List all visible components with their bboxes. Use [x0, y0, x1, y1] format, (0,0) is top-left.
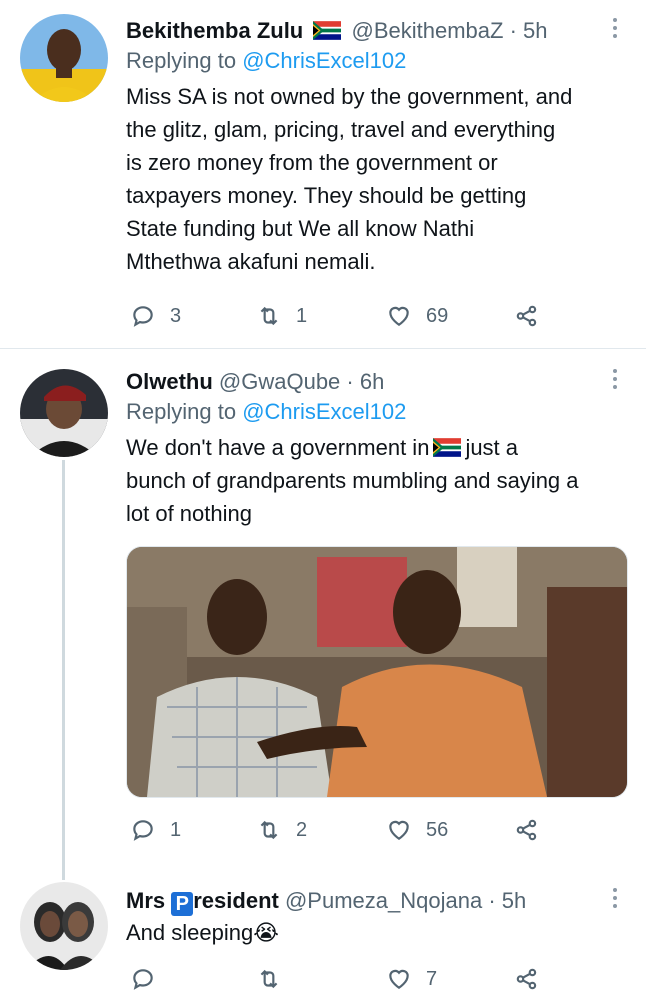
separator-dot: · — [488, 888, 496, 913]
display-name-part: resident — [193, 888, 279, 913]
tweet-line: lot of nothing — [126, 501, 252, 526]
like-count: 7 — [426, 967, 438, 990]
like-icon — [389, 969, 409, 989]
retweet-icon — [260, 820, 278, 840]
share-icon — [516, 305, 537, 327]
mention-link[interactable]: @ChrisExcel102 — [242, 399, 406, 424]
tweet-line-part: We don't have a government in — [126, 435, 430, 460]
share-icon — [516, 819, 537, 841]
timestamp[interactable]: 5h — [523, 18, 547, 43]
mention-link[interactable]: @ChrisExcel102 — [242, 48, 406, 73]
retweet-button[interactable]: 2 — [256, 815, 307, 845]
display-name[interactable]: Bekithemba Zulu — [126, 18, 303, 43]
tweet-text: We don't have a government in just a bunc… — [126, 431, 626, 530]
more-icon[interactable] — [612, 369, 618, 393]
tweet-header: Olwethu @GwaQube · 6h — [126, 367, 626, 397]
handle[interactable]: @BekithembaZ — [352, 18, 504, 43]
tweet-line: bunch of grandparents mumbling and sayin… — [126, 468, 579, 493]
like-button[interactable]: 7 — [386, 964, 437, 994]
replying-prefix: Replying to — [126, 48, 237, 73]
like-icon — [389, 820, 409, 840]
retweet-button[interactable]: 1 — [256, 301, 307, 331]
replying-to: Replying to @ChrisExcel102 — [126, 46, 626, 76]
avatar[interactable] — [20, 14, 108, 102]
separator-dot: · — [509, 18, 517, 43]
reply-count: 3 — [170, 304, 182, 327]
reply-button[interactable]: 3 — [130, 301, 181, 331]
like-icon — [389, 306, 409, 326]
like-count: 56 — [426, 818, 449, 841]
action-bar: 7 — [126, 964, 566, 994]
share-button[interactable] — [514, 301, 540, 331]
more-icon[interactable] — [612, 18, 618, 42]
like-button[interactable]: 69 — [386, 301, 448, 331]
tweet-header: Bekithemba Zulu @BekithembaZ · 5h — [126, 16, 626, 46]
tweet-line: Miss SA is not owned by the government, … — [126, 84, 573, 109]
tweet-line: taxpayers money. They should be getting — [126, 183, 527, 208]
handle[interactable]: @GwaQube — [219, 369, 340, 394]
tweet-bekithemba[interactable]: Bekithemba Zulu @BekithembaZ · 5h Replyi… — [0, 0, 646, 348]
share-button[interactable] — [514, 964, 540, 994]
tweet-line: the glitz, glam, pricing, travel and eve… — [126, 117, 556, 142]
retweet-icon — [260, 306, 278, 326]
tweet-line: State funding but We all know Nathi — [126, 216, 475, 241]
tweet-line: Mthethwa akafuni nemali. — [126, 249, 376, 274]
tweet-line: is zero money from the government or — [126, 150, 498, 175]
tweet-line-part: just a — [465, 435, 519, 460]
like-count: 69 — [426, 304, 449, 327]
south-africa-flag-icon — [313, 21, 342, 40]
tweet-olwethu[interactable]: Olwethu @GwaQube · 6h Replying to @Chris… — [0, 349, 646, 869]
reply-count: 1 — [170, 818, 182, 841]
share-icon — [516, 968, 537, 990]
p-badge-icon: P — [171, 892, 194, 916]
avatar[interactable] — [20, 369, 108, 457]
reply-button[interactable] — [130, 964, 170, 994]
reply-icon — [133, 820, 153, 841]
display-name[interactable]: Olwethu — [126, 369, 213, 394]
action-bar: 1 2 56 — [126, 815, 566, 845]
display-name-part: Mrs — [126, 888, 166, 913]
retweet-button[interactable] — [256, 964, 296, 994]
tweet-text: And sleeping😭 — [126, 920, 279, 945]
replying-to: Replying to @ChrisExcel102 — [126, 397, 626, 427]
reply-button[interactable]: 1 — [130, 815, 181, 845]
like-button[interactable]: 56 — [386, 815, 448, 845]
timestamp[interactable]: 6h — [360, 369, 384, 394]
more-icon[interactable] — [612, 888, 618, 912]
tweet-header: Mrs President @Pumeza_Nqojana · 5h — [126, 886, 626, 916]
separator-dot: · — [346, 369, 354, 394]
retweet-icon — [260, 969, 278, 989]
retweet-count: 1 — [296, 304, 308, 327]
action-bar: 3 1 69 — [126, 301, 566, 331]
tweet-media-image[interactable] — [126, 546, 628, 798]
tweet-line: We don't have a government in just a — [126, 431, 626, 464]
south-africa-flag-icon — [433, 438, 462, 457]
timestamp[interactable]: 5h — [502, 888, 526, 913]
avatar[interactable] — [20, 882, 108, 970]
tweet-text: Miss SA is not owned by the government, … — [126, 80, 626, 278]
share-button[interactable] — [514, 815, 540, 845]
replying-prefix: Replying to — [126, 399, 237, 424]
handle[interactable]: @Pumeza_Nqojana — [285, 888, 482, 913]
retweet-count: 2 — [296, 818, 308, 841]
reply-icon — [133, 969, 153, 990]
tweet-mrs-president[interactable]: Mrs President @Pumeza_Nqojana · 5h And s… — [0, 870, 646, 1000]
photo-two-men-talking — [127, 547, 627, 797]
reply-icon — [133, 306, 153, 327]
display-name[interactable]: Mrs President — [126, 888, 279, 916]
